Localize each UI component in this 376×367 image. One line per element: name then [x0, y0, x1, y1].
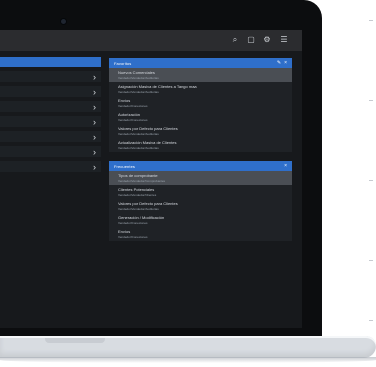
favorite-item[interactable]: Envíos Vendedor/Conexiones: [109, 96, 292, 110]
left-menu-item[interactable]: ›: [0, 146, 101, 157]
favorite-item[interactable]: Autorización Vendedor/Conexiones: [109, 110, 292, 124]
favorite-item-subtitle: Vendedor/Conexiones: [118, 104, 148, 108]
chevron-right-icon: ›: [93, 162, 96, 172]
left-menu-item[interactable]: ›: [0, 101, 101, 112]
favorite-item-subtitle: Vendedor/Conexiones: [118, 118, 148, 122]
grid-icon[interactable]: ▢: [245, 34, 257, 46]
favorites-header: Favoritos ✎ ×: [109, 58, 292, 68]
left-menu-item[interactable]: ›: [0, 71, 101, 82]
frequent-item[interactable]: Valores por Defecto para Clientes Vended…: [109, 199, 292, 213]
frequent-title: Frecuentes: [114, 163, 136, 169]
decorative-dot: [369, 260, 373, 261]
frequent-item-title: Envíos: [118, 229, 131, 234]
laptop-base: [0, 336, 376, 358]
frequent-actions: ×: [284, 163, 287, 169]
user-menu-icon[interactable]: ☰: [278, 34, 290, 46]
favorite-item[interactable]: Actualización Masiva de Clientes Vendedo…: [109, 138, 292, 152]
chevron-right-icon: ›: [93, 87, 96, 97]
frequent-item-title: Tipos de comprobante: [118, 173, 158, 178]
frequent-item-title: Clientes Potenciales: [118, 187, 155, 192]
frequent-item[interactable]: Envíos Vendedor/Conexiones: [109, 227, 292, 241]
frequent-item-subtitle: Vendedor/Conexiones: [118, 221, 148, 225]
decorative-dot: [369, 20, 373, 21]
chevron-right-icon: ›: [93, 117, 96, 127]
camera-icon: [61, 19, 66, 24]
app-screen: ⌕ ▢ ⚙ ☰ › › › › › › › Favoritos ✎ × Nuev…: [0, 30, 302, 328]
frequent-item-title: Valores por Defecto para Clientes: [118, 201, 178, 206]
chevron-right-icon: ›: [93, 102, 96, 112]
close-icon[interactable]: ×: [284, 60, 287, 66]
edit-icon[interactable]: ✎: [277, 60, 281, 66]
decorative-dot: [369, 320, 373, 321]
favorite-item-subtitle: Vendedor/Vendedor/Auditorias: [118, 146, 159, 150]
close-icon[interactable]: ×: [284, 163, 287, 169]
left-menu-item[interactable]: ›: [0, 131, 101, 142]
favorite-item-subtitle: Vendedor/Vendedor/Auditorias: [118, 132, 159, 136]
decorative-dot: [369, 100, 373, 101]
frequent-item[interactable]: Clientes Potenciales Vendedor/Vendedor/C…: [109, 185, 292, 199]
favorite-item[interactable]: Nuevos Comerciales Vendedor/Vendedor/Aud…: [109, 68, 292, 82]
left-menu-item[interactable]: ›: [0, 161, 101, 172]
laptop-notch: [45, 338, 105, 343]
side-decoration: [367, 20, 376, 321]
favorite-item[interactable]: Asignación Masiva de Clientes a Tango ma…: [109, 82, 292, 96]
frequent-item-subtitle: Vendedor/Vendedor/Comprobantes: [118, 179, 166, 183]
chevron-right-icon: ›: [93, 132, 96, 142]
favorite-item-subtitle: Vendedor/Vendedor/Auditorias: [118, 76, 159, 80]
chevron-right-icon: ›: [93, 147, 96, 157]
favorite-item-title: Autorización: [118, 112, 141, 117]
laptop-shadow: [0, 357, 376, 363]
favorite-item-title: Asignación Masiva de Clientes a Tango ma…: [118, 84, 197, 89]
frequent-item-subtitle: Vendedor/Conexiones: [118, 235, 148, 239]
frequent-item[interactable]: Generación / Modificación Vendedor/Conex…: [109, 213, 292, 227]
favorite-item[interactable]: Valores por Defecto para Clientes Vended…: [109, 124, 292, 138]
decorative-dot: [369, 180, 373, 181]
favorite-item-title: Envíos: [118, 98, 131, 103]
favorites-actions: ✎ ×: [277, 60, 287, 66]
favorite-item-title: Nuevos Comerciales: [118, 70, 155, 75]
favorite-item-subtitle: Vendedor/Vendedor/Auditorias: [118, 90, 159, 94]
left-menu-item[interactable]: ›: [0, 116, 101, 127]
favorite-item-title: Actualización Masiva de Clientes: [118, 140, 177, 145]
frequent-item-title: Generación / Modificación: [118, 215, 165, 220]
frequent-panel: Frecuentes × Tipos de comprobante Vended…: [109, 161, 292, 241]
top-toolbar: ⌕ ▢ ⚙ ☰: [0, 30, 302, 51]
favorites-panel: Favoritos ✎ × Nuevos Comerciales Vendedo…: [109, 58, 292, 152]
gear-icon[interactable]: ⚙: [261, 34, 273, 46]
search-icon[interactable]: ⌕: [229, 34, 241, 46]
laptop-lid: ⌕ ▢ ⚙ ☰ › › › › › › › Favoritos ✎ × Nuev…: [0, 0, 322, 346]
left-menu-header: [0, 57, 101, 67]
frequent-item-subtitle: Vendedor/Vendedor/Auditorias: [118, 207, 159, 211]
favorites-title: Favoritos: [114, 60, 132, 66]
main-content: › › › › › › › Favoritos ✎ × Nuevos Comer…: [0, 51, 302, 328]
frequent-item[interactable]: Tipos de comprobante Vendedor/Vendedor/C…: [109, 171, 292, 185]
chevron-right-icon: ›: [93, 72, 96, 82]
left-menu-item[interactable]: ›: [0, 86, 101, 97]
frequent-header: Frecuentes ×: [109, 161, 292, 171]
favorite-item-title: Valores por Defecto para Clientes: [118, 126, 178, 131]
left-menu: › › › › › › ›: [0, 57, 101, 322]
frequent-item-subtitle: Vendedor/Vendedor/Clientes: [118, 193, 157, 197]
